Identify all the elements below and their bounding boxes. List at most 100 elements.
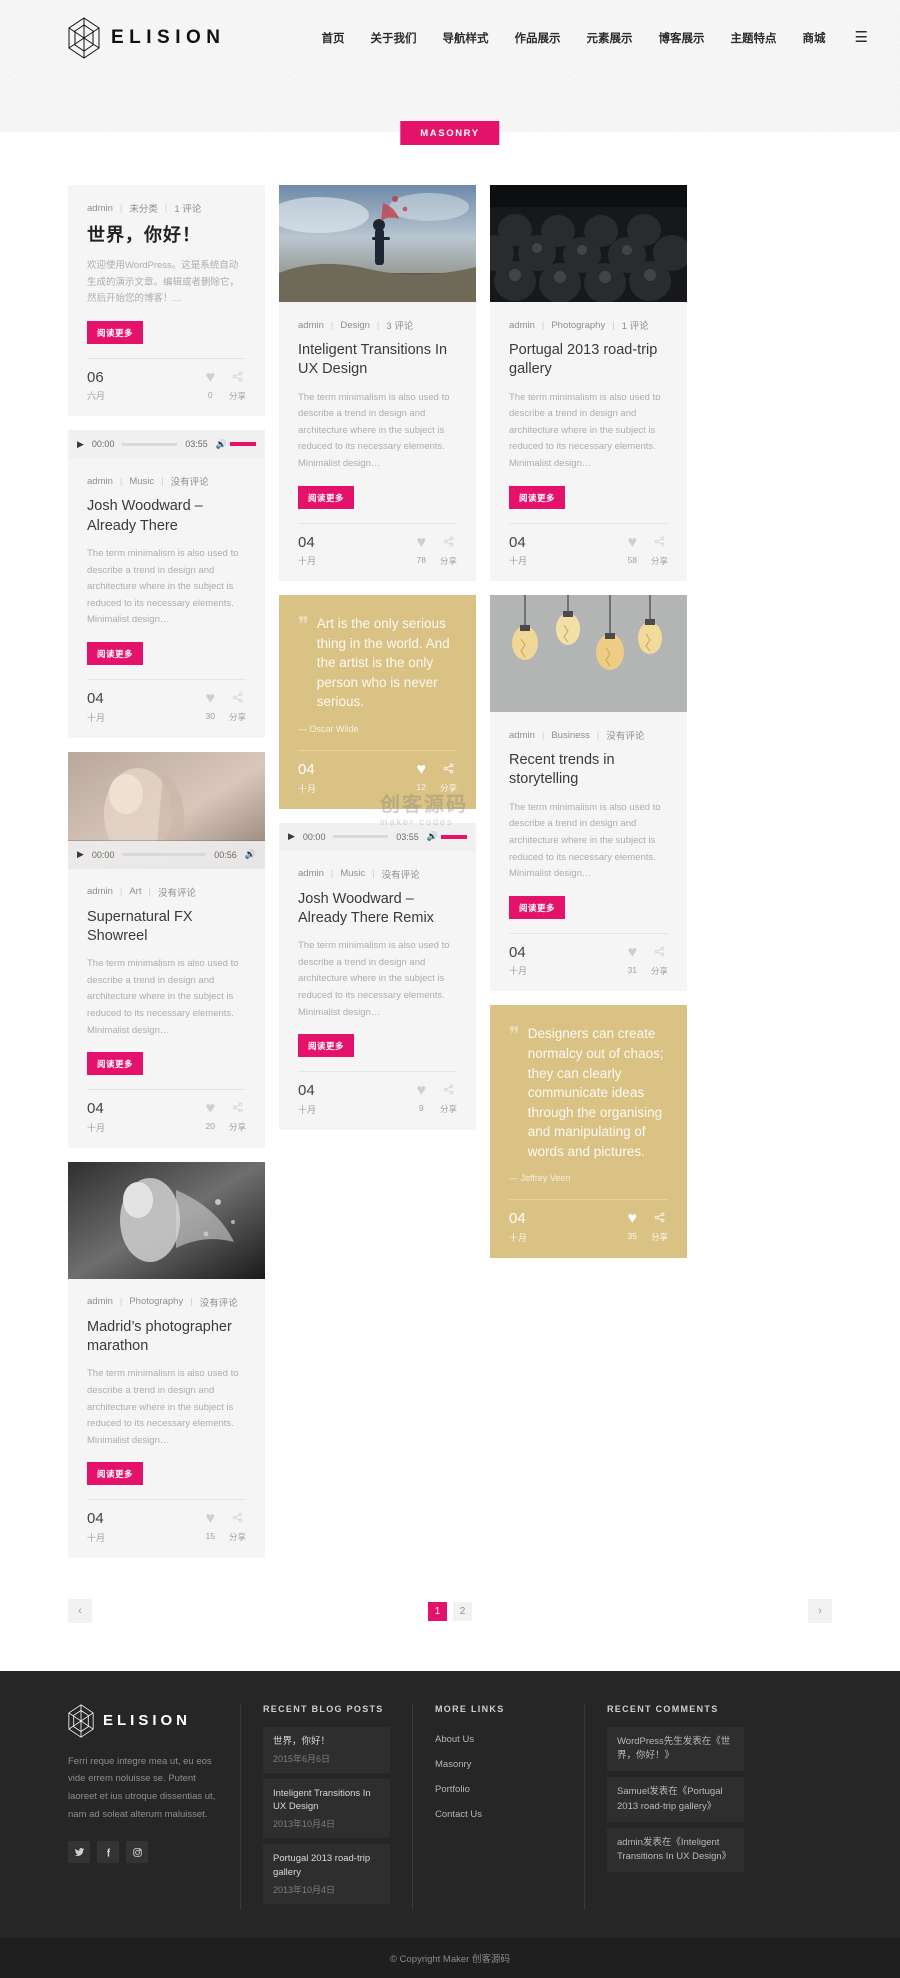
like-action[interactable]: ♥ 9: [416, 1083, 426, 1114]
like-action[interactable]: ♥ 30: [205, 691, 215, 722]
footer-post-item[interactable]: Portugal 2013 road-trip gallery 2013年10月…: [263, 1844, 390, 1904]
twitter-icon[interactable]: [68, 1841, 90, 1864]
post-title[interactable]: Portugal 2013 road-trip gallery: [509, 341, 668, 380]
share-action[interactable]: 分享: [651, 1211, 668, 1243]
footer-comment-item[interactable]: admin发表在《Inteligent Transitions In UX De…: [607, 1827, 744, 1873]
nav-item-home[interactable]: 首页: [309, 30, 358, 46]
volume-bar[interactable]: [230, 442, 256, 447]
post-card[interactable]: admin | Business | 没有评论 Recent trends in…: [490, 595, 687, 992]
brand-logo[interactable]: ELISION: [68, 16, 226, 59]
pagination-prev[interactable]: ‹: [68, 1599, 92, 1624]
footer-post-item[interactable]: 世界，你好！ 2015年6月6日: [263, 1726, 390, 1773]
nav-item-nav-styles[interactable]: 导航样式: [430, 30, 502, 46]
volume-control[interactable]: 🔊: [245, 849, 256, 860]
share-action[interactable]: 分享: [651, 945, 668, 977]
post-category[interactable]: Photography: [551, 320, 605, 331]
post-category[interactable]: Design: [340, 320, 370, 331]
post-title[interactable]: 世界，你好！: [87, 224, 246, 248]
pagination-next[interactable]: ›: [808, 1599, 832, 1624]
post-title[interactable]: Inteligent Transitions In UX Design: [298, 341, 457, 380]
facebook-icon[interactable]: [97, 1841, 119, 1864]
play-icon[interactable]: ▶: [77, 439, 84, 450]
post-category[interactable]: Music: [129, 476, 154, 487]
share-action[interactable]: 分享: [229, 1101, 246, 1133]
like-action[interactable]: ♥ 12: [416, 762, 426, 793]
read-more-button[interactable]: 阅读更多: [298, 485, 355, 509]
post-title[interactable]: Madrid’s photographer marathon: [87, 1318, 246, 1357]
post-card[interactable]: ▶ 00:00 03:55 🔊 admin | Music | 没有评论 Jos…: [279, 822, 476, 1130]
post-category[interactable]: Photography: [129, 1296, 183, 1307]
audio-progress-bar[interactable]: [122, 442, 178, 446]
footer-post-item[interactable]: Inteligent Transitions In UX Design 2013…: [263, 1778, 390, 1839]
nav-item-elements[interactable]: 元素展示: [574, 30, 646, 46]
read-more-button[interactable]: 阅读更多: [509, 485, 566, 509]
quote-card[interactable]: ❞ Designers can create normalcy out of c…: [490, 1005, 687, 1258]
post-category[interactable]: 未分类: [129, 201, 158, 215]
post-category[interactable]: Business: [551, 730, 590, 741]
post-card[interactable]: admin | Photography | 1 评论 Portugal 2013…: [490, 185, 687, 582]
like-action[interactable]: ♥ 0: [205, 369, 215, 400]
post-card[interactable]: admin | 未分类 | 1 评论 世界，你好！ 欢迎使用WordPress。…: [68, 185, 265, 417]
post-thumbnail[interactable]: [490, 595, 687, 713]
instagram-icon[interactable]: [126, 1841, 148, 1864]
share-action[interactable]: 分享: [440, 1083, 457, 1115]
read-more-button[interactable]: 阅读更多: [87, 320, 144, 344]
video-progress-bar[interactable]: [122, 853, 207, 856]
audio-player[interactable]: ▶ 00:00 03:55 🔊: [68, 430, 265, 459]
post-thumbnail[interactable]: [279, 185, 476, 302]
play-icon[interactable]: ▶: [77, 849, 84, 860]
hamburger-menu-icon[interactable]: ☰: [839, 30, 878, 45]
post-card[interactable]: admin | Design | 3 评论 Inteligent Transit…: [279, 185, 476, 582]
like-action[interactable]: ♥ 58: [627, 534, 637, 565]
post-card[interactable]: ▶ 00:00 00:56 🔊 admin | Art | 没有评论 Super…: [68, 751, 265, 1148]
quote-card[interactable]: ❞ Art is the only serious thing in the w…: [279, 595, 476, 809]
footer-link-about-us[interactable]: About Us: [435, 1727, 562, 1752]
post-thumbnail[interactable]: [68, 1161, 265, 1279]
post-thumbnail[interactable]: [490, 185, 687, 302]
read-more-button[interactable]: 阅读更多: [87, 1052, 144, 1076]
post-category[interactable]: Music: [340, 868, 365, 879]
footer-comment-item[interactable]: WordPress先生发表在《世界，你好！》: [607, 1726, 744, 1772]
post-category[interactable]: Art: [129, 886, 141, 897]
audio-progress-bar[interactable]: [333, 835, 389, 838]
share-action[interactable]: 分享: [440, 535, 457, 567]
footer-comment-item[interactable]: Samuel发表在《Portugal 2013 road-trip galler…: [607, 1777, 744, 1822]
nav-item-about[interactable]: 关于我们: [358, 30, 430, 46]
like-action[interactable]: ♥ 20: [205, 1101, 215, 1132]
post-title[interactable]: Josh Woodward – Already There: [87, 497, 246, 536]
volume-control[interactable]: 🔊: [427, 831, 467, 842]
read-more-button[interactable]: 阅读更多: [509, 895, 566, 919]
volume-bar[interactable]: [441, 834, 467, 839]
read-more-button[interactable]: 阅读更多: [298, 1034, 355, 1058]
pagination-page-1[interactable]: 1: [428, 1601, 447, 1621]
read-more-button[interactable]: 阅读更多: [87, 1462, 144, 1486]
video-player[interactable]: ▶ 00:00 00:56 🔊: [68, 840, 265, 869]
footer-brand[interactable]: ELISION: [68, 1704, 218, 1738]
post-title[interactable]: Supernatural FX Showreel: [87, 908, 246, 947]
nav-item-portfolio[interactable]: 作品展示: [502, 30, 574, 46]
audio-player[interactable]: ▶ 00:00 03:55 🔊: [279, 822, 476, 851]
nav-item-shop[interactable]: 商城: [790, 30, 839, 46]
nav-item-blog[interactable]: 博客展示: [646, 30, 718, 46]
like-action[interactable]: ♥ 35: [627, 1211, 637, 1242]
like-action[interactable]: ♥ 15: [205, 1511, 215, 1542]
nav-item-features[interactable]: 主题特点: [718, 30, 790, 46]
share-action[interactable]: 分享: [229, 691, 246, 723]
like-action[interactable]: ♥ 31: [627, 944, 637, 975]
post-title[interactable]: Josh Woodward – Already There Remix: [298, 890, 457, 929]
footer-link-masonry[interactable]: Masonry: [435, 1752, 562, 1777]
volume-control[interactable]: 🔊: [216, 439, 256, 450]
footer-link-contact-us[interactable]: Contact Us: [435, 1802, 562, 1827]
share-action[interactable]: 分享: [229, 1511, 246, 1543]
pagination-page-2[interactable]: 2: [453, 1601, 472, 1621]
share-action[interactable]: 分享: [229, 370, 246, 402]
post-title[interactable]: Recent trends in storytelling: [509, 751, 668, 790]
read-more-button[interactable]: 阅读更多: [87, 642, 144, 665]
footer-link-portfolio[interactable]: Portfolio: [435, 1777, 562, 1802]
like-action[interactable]: ♥ 78: [416, 534, 426, 565]
post-card[interactable]: ▶ 00:00 03:55 🔊 admin | Music | 没有评论 Jos…: [68, 430, 265, 738]
share-action[interactable]: 分享: [440, 762, 457, 794]
play-icon[interactable]: ▶: [288, 831, 295, 842]
share-action[interactable]: 分享: [651, 535, 668, 567]
post-card[interactable]: admin | Photography | 没有评论 Madrid’s phot…: [68, 1161, 265, 1558]
